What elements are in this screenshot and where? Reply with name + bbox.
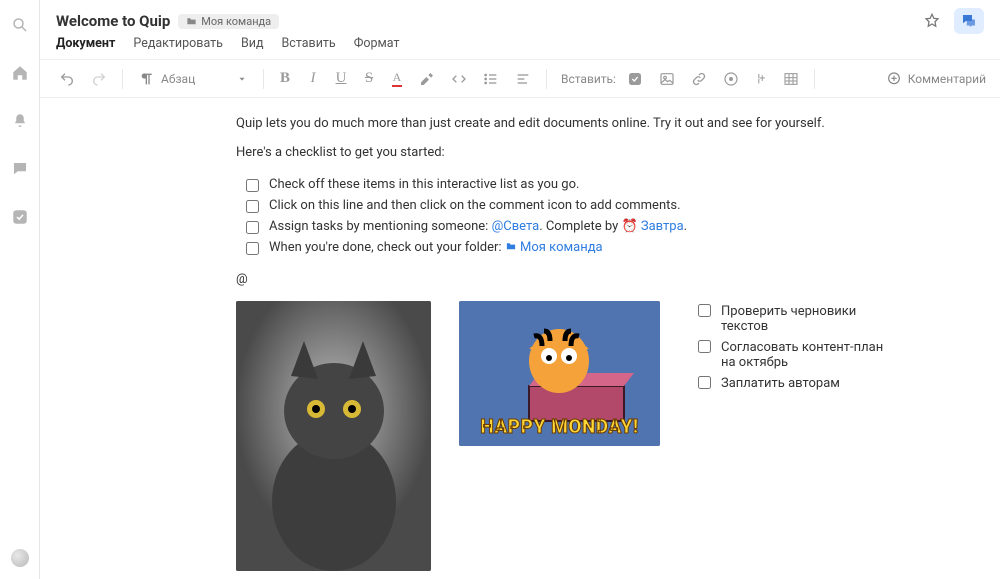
checklist-text: Assign tasks by mentioning someone: @Све… xyxy=(269,219,687,234)
image-cat[interactable] xyxy=(236,301,431,571)
paragraph-style-label: Абзац xyxy=(161,72,195,86)
bell-icon[interactable] xyxy=(6,108,34,134)
checklist-text: Click on this line and then click on the… xyxy=(269,198,681,213)
page-title: Welcome to Quip xyxy=(56,12,170,30)
folder-link[interactable]: Моя команда xyxy=(505,240,603,255)
intro-text[interactable]: Quip lets you do much more than just cre… xyxy=(236,116,936,131)
checkbox[interactable] xyxy=(246,221,259,234)
strike-button[interactable]: S xyxy=(358,66,380,91)
redo-icon[interactable] xyxy=(86,67,112,91)
menu-view[interactable]: Вид xyxy=(241,36,264,51)
date-mention[interactable]: ⏰ Завтра xyxy=(621,219,683,234)
side-checklist: Проверить черновики текстов Согласовать … xyxy=(698,301,898,394)
menu-format[interactable]: Формат xyxy=(354,36,400,51)
checklist-text: Check off these items in this interactiv… xyxy=(269,177,579,192)
checklist-item[interactable]: Check off these items in this interactiv… xyxy=(236,174,1000,195)
checkbox[interactable] xyxy=(246,200,259,213)
conversation-icon[interactable] xyxy=(954,8,984,34)
mention[interactable]: @Света xyxy=(492,219,540,234)
side-task-text: Заплатить авторам xyxy=(721,376,840,391)
image-caption: HAPPY MONDAY! xyxy=(459,415,660,438)
bold-button[interactable]: B xyxy=(274,66,296,91)
image-gallery: HAPPY MONDAY! Проверить черновики тексто… xyxy=(236,301,1000,571)
avatar[interactable] xyxy=(11,549,29,567)
checklist: Check off these items in this interactiv… xyxy=(236,174,1000,258)
home-icon[interactable] xyxy=(6,60,34,86)
italic-button[interactable]: I xyxy=(302,66,324,91)
checklist-heading[interactable]: Here's a checklist to get you started: xyxy=(236,145,936,160)
insert-table-icon[interactable] xyxy=(778,67,804,91)
side-checklist-item[interactable]: Заплатить авторам xyxy=(698,373,898,394)
side-checklist-item[interactable]: Проверить черновики текстов xyxy=(698,301,898,337)
tasks-icon[interactable] xyxy=(6,204,34,230)
code-button[interactable] xyxy=(446,67,472,91)
image-garfield[interactable]: HAPPY MONDAY! xyxy=(459,301,660,446)
chat-icon[interactable] xyxy=(6,156,34,182)
side-task-text: Проверить черновики текстов xyxy=(721,304,898,334)
folder-chip-label: Моя команда xyxy=(201,15,271,28)
insert-checkbox-icon[interactable] xyxy=(622,67,648,91)
at-symbol[interactable]: @ xyxy=(236,272,1000,287)
star-icon[interactable] xyxy=(918,8,946,34)
checkbox[interactable] xyxy=(246,242,259,255)
checkbox[interactable] xyxy=(698,340,711,353)
insert-more-icon[interactable]: ¦+ xyxy=(750,68,772,89)
checklist-item[interactable]: When you're done, check out your folder:… xyxy=(236,237,1000,258)
folder-chip[interactable]: Моя команда xyxy=(178,14,279,29)
insert-label: Вставить: xyxy=(561,72,616,86)
align-button[interactable] xyxy=(510,67,536,91)
insert-mention-icon[interactable] xyxy=(718,67,744,91)
comment-button[interactable]: Комментарий xyxy=(886,71,986,87)
insert-image-icon[interactable] xyxy=(654,67,680,91)
underline-button[interactable]: U xyxy=(330,66,352,91)
menu-document[interactable]: Документ xyxy=(56,36,115,51)
menubar: Документ Редактировать Вид Вставить Форм… xyxy=(40,36,1000,59)
side-task-text: Согласовать контент-план на октябрь xyxy=(721,340,898,370)
side-checklist-item[interactable]: Согласовать контент-план на октябрь xyxy=(698,337,898,373)
checkbox[interactable] xyxy=(246,179,259,192)
checklist-item[interactable]: Assign tasks by mentioning someone: @Све… xyxy=(236,216,1000,237)
menu-insert[interactable]: Вставить xyxy=(282,36,336,51)
text-color-button[interactable]: A xyxy=(386,66,408,91)
comment-label: Комментарий xyxy=(908,72,986,86)
title-bar: Welcome to Quip Моя команда xyxy=(40,0,1000,36)
document-body[interactable]: Quip lets you do much more than just cre… xyxy=(40,98,1000,579)
checklist-text: When you're done, check out your folder:… xyxy=(269,240,603,255)
menu-edit[interactable]: Редактировать xyxy=(133,36,223,51)
left-rail xyxy=(0,0,40,579)
search-icon[interactable] xyxy=(6,12,34,38)
checklist-item[interactable]: Click on this line and then click on the… xyxy=(236,195,1000,216)
undo-icon[interactable] xyxy=(54,67,80,91)
checkbox[interactable] xyxy=(698,304,711,317)
checkbox[interactable] xyxy=(698,376,711,389)
toolbar: Абзац B I U S A Вставить: ¦+ Комме xyxy=(40,59,1000,98)
highlight-button[interactable] xyxy=(414,67,440,91)
list-button[interactable] xyxy=(478,67,504,91)
paragraph-style-select[interactable]: Абзац xyxy=(133,69,253,89)
insert-link-icon[interactable] xyxy=(686,67,712,91)
